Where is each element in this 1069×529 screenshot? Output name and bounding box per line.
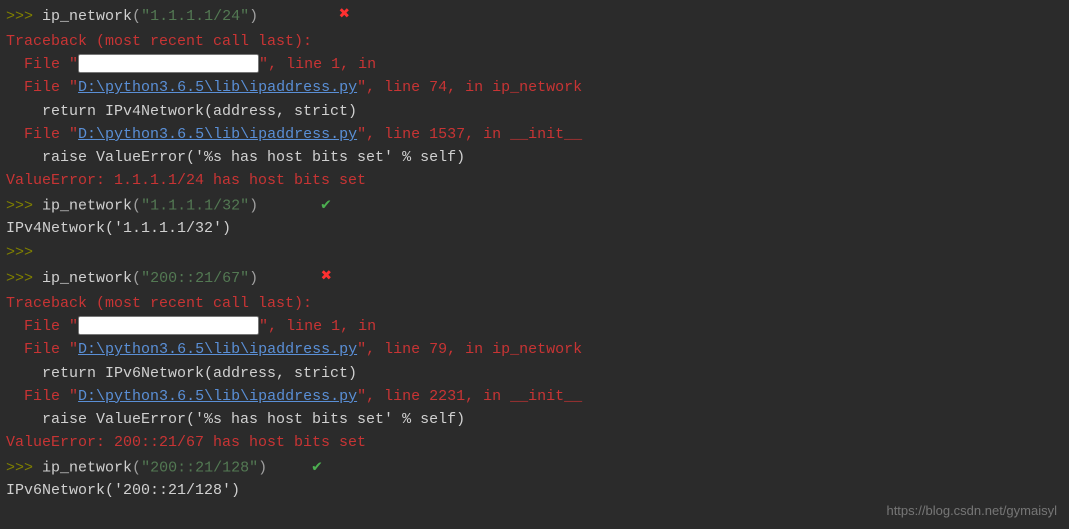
file-path-link[interactable]: D:\python3.6.5\lib\ipaddress.py (78, 341, 357, 358)
prompt: >>> (6, 197, 33, 214)
traceback-frame: File "D:\python3.6.5\lib\ipaddress.py", … (6, 76, 1063, 99)
traceback-header: Traceback (most recent call last): (6, 30, 1063, 53)
prompt: >>> (6, 270, 33, 287)
traceback-code: raise ValueError('%s has host bits set' … (6, 146, 1063, 169)
terminal-output: >>> ip_network("1.1.1.1/24") ✖Traceback … (6, 2, 1063, 503)
file-path-link[interactable]: D:\python3.6.5\lib\ipaddress.py (78, 79, 357, 96)
check-icon: ✔ (321, 193, 331, 218)
repl-output: IPv6Network('200::21/128') (6, 479, 1063, 502)
prompt: >>> (6, 244, 33, 261)
file-path-link[interactable]: D:\python3.6.5\lib\ipaddress.py (78, 126, 357, 143)
cross-icon: ✖ (339, 2, 350, 30)
traceback-frame: File "D:\python3.6.5\lib\ipaddress.py", … (6, 338, 1063, 361)
traceback-code: raise ValueError('%s has host bits set' … (6, 408, 1063, 431)
repl-input-line: >>> ip_network("1.1.1.1/32") ✔ (6, 193, 1063, 218)
traceback-frame: File "", line 1, in (6, 315, 1063, 338)
prompt: >>> (6, 459, 33, 476)
repl-input-line: >>> (6, 241, 1063, 264)
watermark-text: https://blog.csdn.net/gymaisyl (886, 501, 1057, 521)
traceback-frame: File "", line 1, in (6, 53, 1063, 76)
repl-input-line: >>> ip_network("1.1.1.1/24") ✖ (6, 2, 1063, 30)
file-path-link[interactable]: D:\python3.6.5\lib\ipaddress.py (78, 388, 357, 405)
traceback-code: return IPv4Network(address, strict) (6, 100, 1063, 123)
repl-input-line: >>> ip_network("200::21/128") ✔ (6, 455, 1063, 480)
repl-output: IPv4Network('1.1.1.1/32') (6, 217, 1063, 240)
error-line: ValueError: 1.1.1.1/24 has host bits set (6, 169, 1063, 192)
traceback-frame: File "D:\python3.6.5\lib\ipaddress.py", … (6, 385, 1063, 408)
check-icon: ✔ (312, 455, 322, 480)
traceback-code: return IPv6Network(address, strict) (6, 362, 1063, 385)
traceback-frame: File "D:\python3.6.5\lib\ipaddress.py", … (6, 123, 1063, 146)
prompt: >>> (6, 8, 33, 25)
traceback-header: Traceback (most recent call last): (6, 292, 1063, 315)
repl-input-line: >>> ip_network("200::21/67") ✖ (6, 264, 1063, 292)
error-line: ValueError: 200::21/67 has host bits set (6, 431, 1063, 454)
cross-icon: ✖ (321, 264, 332, 292)
